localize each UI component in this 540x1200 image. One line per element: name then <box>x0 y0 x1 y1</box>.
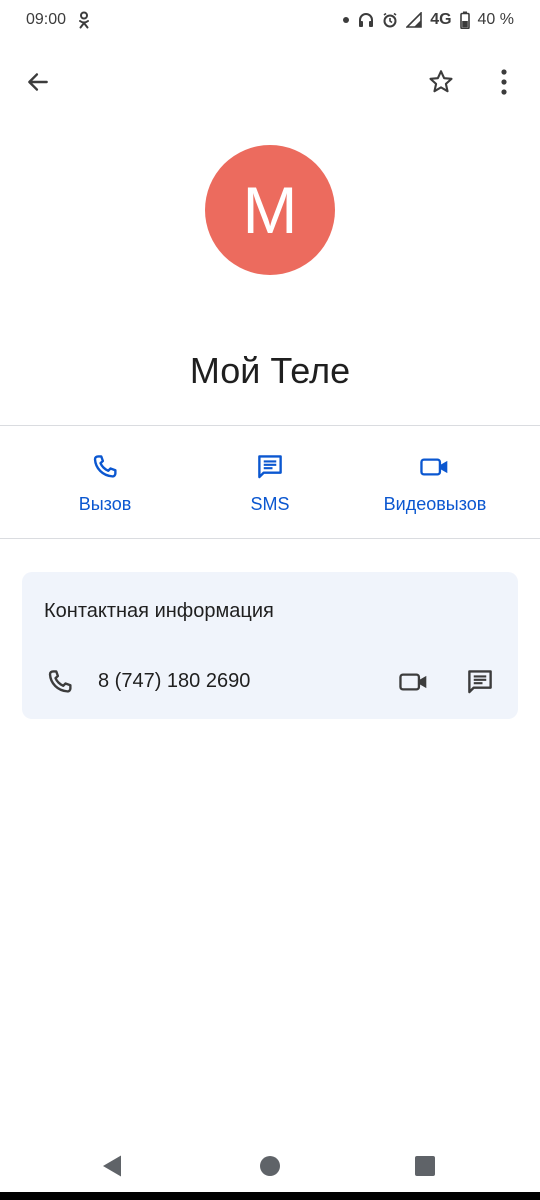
status-left: 09:00 <box>26 11 90 29</box>
battery-icon <box>459 11 470 29</box>
video-call-action-label: Видеовызов <box>383 493 487 514</box>
status-bar: 09:00 4G 40 % <box>0 0 540 40</box>
more-options-button[interactable] <box>480 58 528 106</box>
signal-icon <box>406 12 422 28</box>
call-action-button[interactable]: Вызов <box>35 426 175 538</box>
status-time: 09:00 <box>26 11 67 28</box>
square-recents-icon <box>415 1156 435 1176</box>
video-call-action-button[interactable]: Видеовызов <box>360 426 510 538</box>
phone-number: 8 (747) 180 2690 <box>98 670 251 692</box>
phone-row[interactable]: 8 (747) 180 2690 <box>22 658 518 706</box>
battery-percent: 40 % <box>477 11 514 28</box>
video-icon <box>419 450 451 484</box>
status-right: 4G 40 % <box>342 11 514 29</box>
phone-icon <box>42 664 78 700</box>
message-icon <box>255 450 285 484</box>
network-type: 4G <box>430 11 452 28</box>
nav-home-button[interactable] <box>250 1146 290 1186</box>
dot-icon <box>342 16 350 24</box>
star-outline-icon <box>429 70 453 93</box>
bottom-strip <box>0 1192 540 1200</box>
row-video-call-button[interactable] <box>390 658 438 706</box>
alarm-icon <box>382 12 398 28</box>
favorite-button[interactable] <box>417 58 465 106</box>
call-action-label: Вызов <box>78 493 132 514</box>
sms-action-label: SMS <box>250 493 290 514</box>
top-app-bar <box>0 52 540 112</box>
sms-action-button[interactable]: SMS <box>200 426 340 538</box>
quick-actions: Вызов SMS Видеовызов <box>0 426 540 538</box>
triangle-back-icon <box>103 1155 121 1177</box>
circle-home-icon <box>260 1156 280 1176</box>
message-icon <box>468 670 492 694</box>
nav-recents-button[interactable] <box>405 1146 445 1186</box>
video-icon <box>399 673 427 691</box>
odnoklassniki-icon <box>78 11 90 29</box>
headphones-icon <box>358 12 374 28</box>
contact-info-card: Контактная информация 8 (747) 180 2690 <box>22 572 518 719</box>
arrow-left-icon <box>28 73 48 91</box>
phone-icon <box>90 450 120 484</box>
nav-back-button[interactable] <box>92 1146 132 1186</box>
avatar-initial: М <box>242 173 298 247</box>
more-vertical-icon <box>501 69 507 95</box>
divider <box>0 538 540 539</box>
row-sms-button[interactable] <box>456 658 504 706</box>
contact-avatar: М <box>205 145 335 275</box>
contact-info-title: Контактная информация <box>44 600 274 622</box>
system-nav-bar <box>0 1140 540 1192</box>
contact-name: Мой Теле <box>189 350 351 391</box>
back-button[interactable] <box>14 58 62 106</box>
contact-details-screen: 09:00 4G 40 % М Мой Теле Вызов SMS Видео… <box>0 0 540 1200</box>
